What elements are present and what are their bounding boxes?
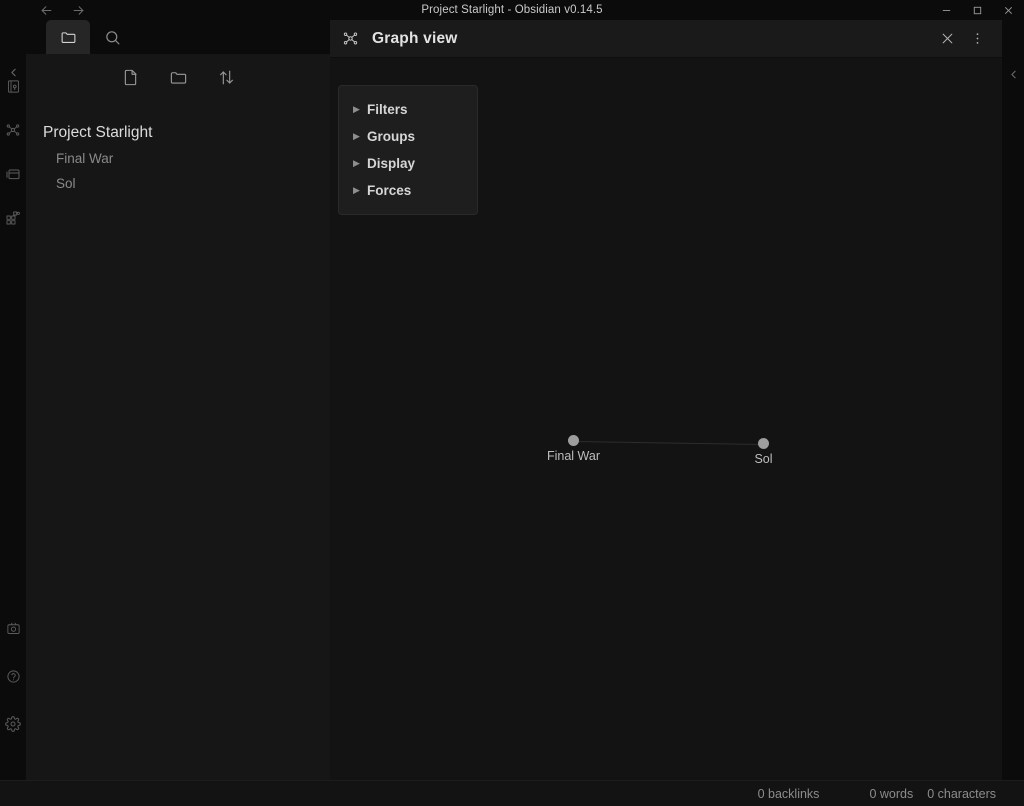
status-backlinks[interactable]: 0 backlinks xyxy=(758,787,820,801)
chevron-right-icon: ▶ xyxy=(353,105,365,114)
view-title: Graph view xyxy=(372,30,458,48)
graph-node-sol[interactable]: Sol xyxy=(758,438,769,449)
graph-section-label: Filters xyxy=(367,102,408,117)
close-icon[interactable] xyxy=(993,0,1024,20)
file-tree: Project Starlight Final War Sol xyxy=(26,120,330,196)
sidebar-tab-bar xyxy=(26,20,330,54)
graph-section-display[interactable]: ▶ Display xyxy=(339,150,477,177)
minimize-icon[interactable] xyxy=(931,0,962,20)
graph-node-label: Final War xyxy=(547,449,600,463)
view-header-actions xyxy=(936,28,1002,50)
maximize-icon[interactable] xyxy=(962,0,993,20)
gear-icon[interactable] xyxy=(0,702,26,746)
graph-controls-panel: ▶ Filters ▶ Groups ▶ Display ▶ Forces xyxy=(338,85,478,215)
graph-section-label: Display xyxy=(367,156,415,171)
status-words[interactable]: 0 words xyxy=(869,787,913,801)
navigation-arrows xyxy=(38,2,86,18)
right-ribbon xyxy=(1002,20,1024,780)
file-item-sol[interactable]: Sol xyxy=(26,171,330,196)
explorer-toolbar xyxy=(26,54,330,100)
graph-node-dot xyxy=(758,438,769,449)
graph-node-dot xyxy=(568,435,579,446)
left-ribbon xyxy=(0,20,26,780)
sort-icon[interactable] xyxy=(215,66,237,88)
collapse-right-sidebar-icon[interactable] xyxy=(1002,62,1024,86)
graph-canvas[interactable]: ▶ Filters ▶ Groups ▶ Display ▶ Forces xyxy=(330,58,1002,780)
view-header: Graph view xyxy=(330,20,1002,58)
graph-section-label: Forces xyxy=(367,183,411,198)
file-explorer-sidebar: Project Starlight Final War Sol xyxy=(26,20,330,780)
chevron-right-icon: ▶ xyxy=(353,186,365,195)
forward-arrow-icon[interactable] xyxy=(70,2,86,18)
vault-title[interactable]: Project Starlight xyxy=(26,120,330,146)
more-options-icon[interactable] xyxy=(966,28,988,50)
collapse-left-sidebar-icon[interactable] xyxy=(0,60,26,84)
graph-section-groups[interactable]: ▶ Groups xyxy=(339,123,477,150)
graph-section-filters[interactable]: ▶ Filters xyxy=(339,96,477,123)
file-item-final-war[interactable]: Final War xyxy=(26,146,330,171)
graph-section-label: Groups xyxy=(367,129,415,144)
files-tab[interactable] xyxy=(46,20,90,54)
title-bar: Project Starlight - Obsidian v0.14.5 xyxy=(0,0,1024,20)
help-icon[interactable] xyxy=(0,654,26,698)
chevron-right-icon: ▶ xyxy=(353,159,365,168)
obsidian-window: Project Starlight - Obsidian v0.14.5 xyxy=(0,0,1024,806)
graph-node-label: Sol xyxy=(754,452,772,466)
status-characters[interactable]: 0 characters xyxy=(927,787,996,801)
close-icon[interactable] xyxy=(936,28,958,50)
graph-icon[interactable] xyxy=(0,108,26,152)
chevron-right-icon: ▶ xyxy=(353,132,365,141)
window-title: Project Starlight - Obsidian v0.14.5 xyxy=(0,4,1024,16)
camera-icon[interactable] xyxy=(0,606,26,650)
graph-view-pane: Graph view ▶ Filters ▶ Groups xyxy=(330,20,1002,780)
new-note-icon[interactable] xyxy=(119,66,141,88)
window-controls xyxy=(931,0,1024,20)
graph-node-final-war[interactable]: Final War xyxy=(568,435,579,446)
grid-icon[interactable] xyxy=(0,196,26,240)
cards-icon[interactable] xyxy=(0,152,26,196)
status-bar: 0 backlinks 0 words 0 characters xyxy=(0,780,1024,806)
search-tab[interactable] xyxy=(90,20,134,54)
graph-icon xyxy=(340,29,360,49)
new-folder-icon[interactable] xyxy=(167,66,189,88)
graph-section-forces[interactable]: ▶ Forces xyxy=(339,177,477,204)
graph-edge xyxy=(573,441,763,445)
back-arrow-icon[interactable] xyxy=(38,2,54,18)
